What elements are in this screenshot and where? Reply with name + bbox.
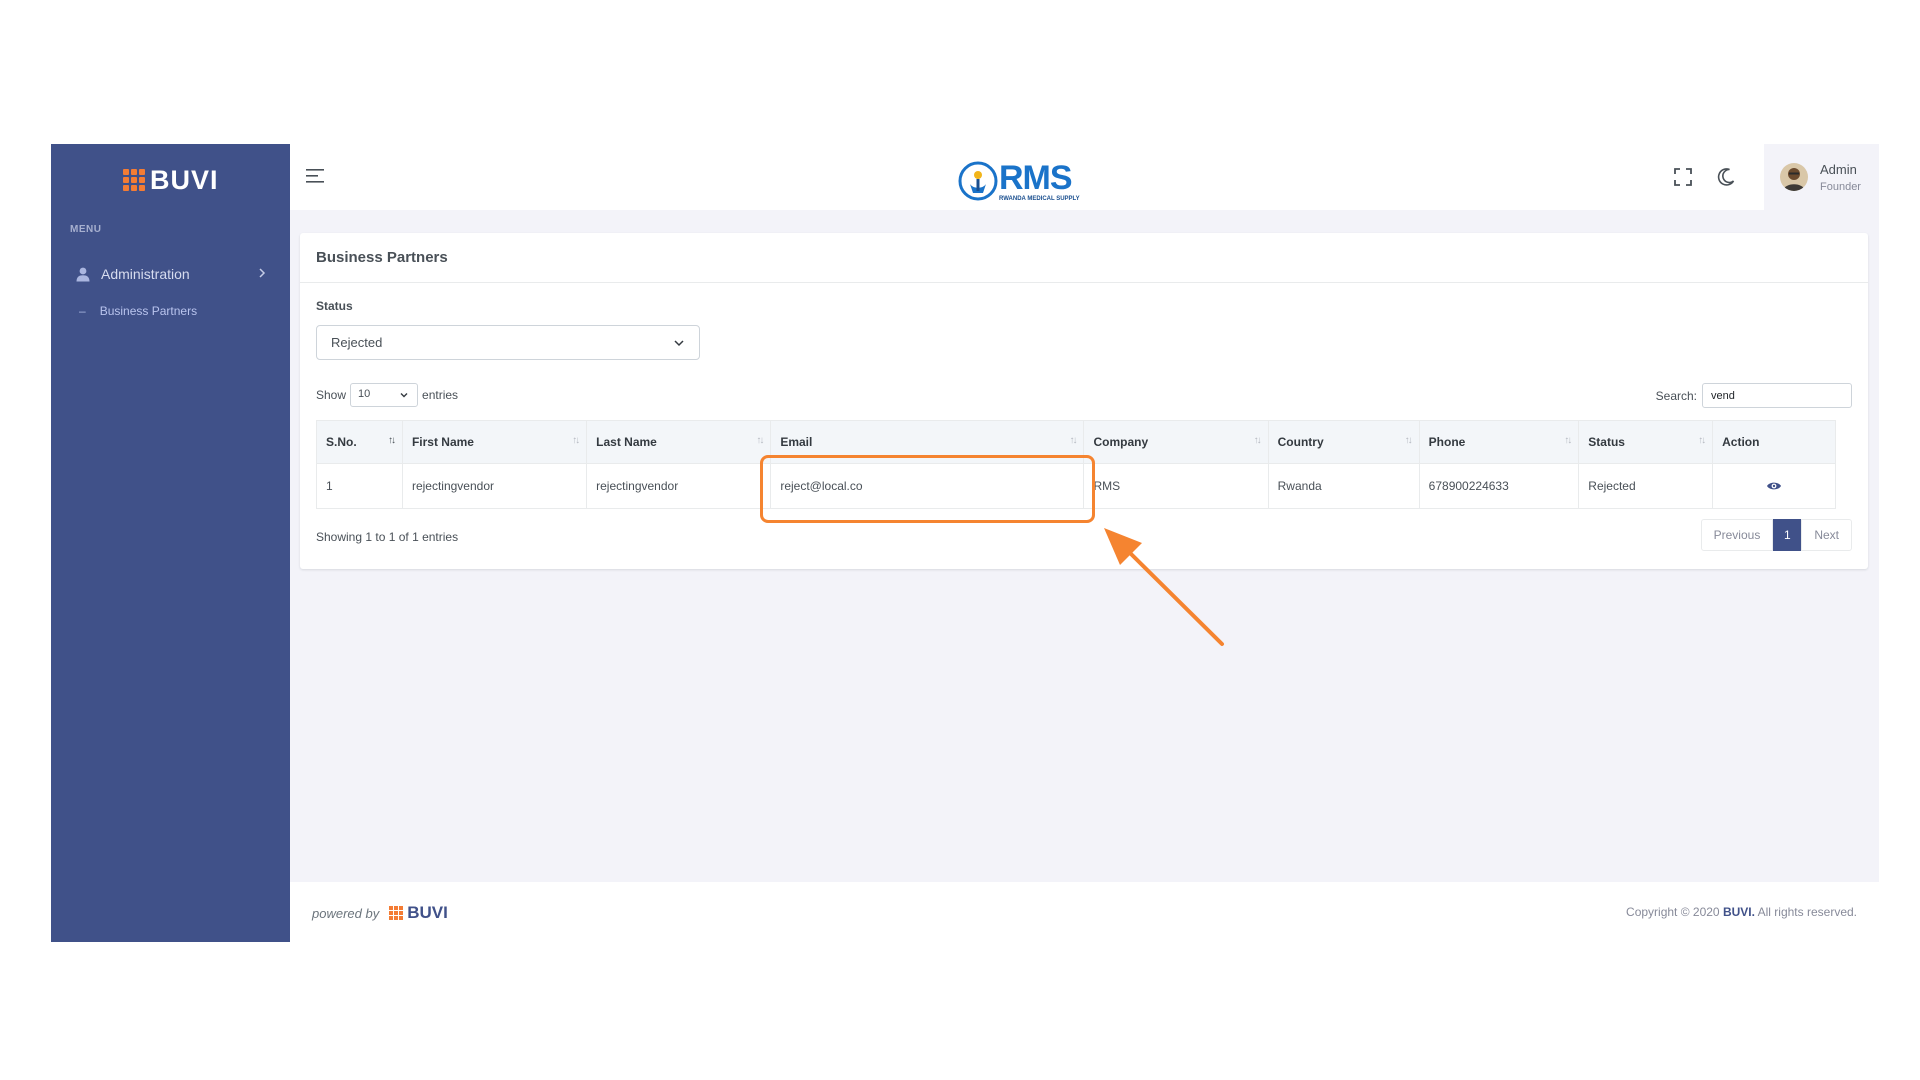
entries-length-control: Show 10 entries — [316, 383, 458, 407]
cell-first-name: rejectingvendor — [401, 463, 588, 509]
column-header-first-name[interactable]: First Name ↑↓ — [401, 420, 588, 464]
column-header-phone[interactable]: Phone ↑↓ — [1418, 420, 1580, 464]
table-search: Search: — [1656, 383, 1852, 408]
footer: powered by BUVI Copyright © 2020 BUVI. A… — [290, 882, 1879, 942]
column-header-action: Action — [1712, 420, 1836, 464]
avatar — [1780, 163, 1808, 191]
column-header-country[interactable]: Country ↑↓ — [1267, 420, 1420, 464]
app-window: BUVI MENU Administration – Business Part… — [51, 144, 1879, 942]
brand-mark-icon — [123, 169, 145, 191]
entries-label: entries — [422, 388, 459, 402]
logo-sub-text: RWANDA MEDICAL SUPPLY — [999, 195, 1080, 202]
sidebar-item-administration[interactable]: Administration — [51, 257, 290, 291]
pagination: Previous 1 Next — [1700, 519, 1852, 551]
page-title: Business Partners — [316, 249, 448, 266]
sort-icon: ↑↓ — [572, 435, 580, 446]
search-label: Search: — [1655, 388, 1697, 403]
chevron-down-icon — [674, 340, 684, 347]
copyright-prefix: Copyright © 2020 — [1626, 905, 1720, 919]
menu-title: MENU — [70, 224, 102, 235]
pagination-page-button[interactable]: 1 — [1773, 519, 1802, 551]
table-info: Showing 1 to 1 of 1 entries — [316, 530, 459, 544]
status-select[interactable]: Rejected — [316, 325, 700, 360]
sort-icon: ↑↓ — [387, 435, 396, 446]
sort-icon: ↑↓ — [1698, 435, 1706, 446]
sidebar-item-label: Administration — [101, 266, 190, 282]
chevron-down-icon — [400, 393, 408, 398]
cell-last-name: rejectingvendor — [586, 463, 772, 509]
status-select-value: Rejected — [331, 335, 383, 350]
sidebar-subitem-business-partners[interactable]: – Business Partners — [79, 304, 197, 318]
user-name: Admin — [1820, 161, 1857, 177]
column-header-company[interactable]: Company ↑↓ — [1083, 420, 1269, 464]
cell-phone: 678900224633 — [1418, 463, 1580, 509]
sort-icon: ↑↓ — [1069, 435, 1077, 446]
fullscreen-icon[interactable] — [1672, 166, 1694, 188]
rms-emblem-icon — [958, 161, 998, 201]
copyright-suffix: All rights reserved. — [1757, 905, 1857, 919]
cell-action — [1712, 463, 1836, 509]
moon-icon[interactable] — [1715, 166, 1737, 188]
cell-company: RMS — [1083, 463, 1269, 509]
top-header: RMS RWANDA MEDICAL SUPPLY Admin Founder — [290, 144, 1879, 210]
column-header-last-name[interactable]: Last Name ↑↓ — [586, 420, 772, 464]
sidebar-subitem-label: Business Partners — [99, 304, 198, 318]
sort-icon: ↑↓ — [1564, 435, 1572, 446]
user-icon — [76, 267, 90, 282]
cell-sno: 1 — [316, 463, 403, 509]
annotation-arrow-icon — [1104, 528, 1224, 646]
pagination-previous-button[interactable]: Previous — [1700, 519, 1774, 551]
column-header-status[interactable]: Status ↑↓ — [1578, 420, 1714, 464]
user-role: Founder — [1820, 180, 1861, 193]
annotation-highlight-box — [760, 455, 1095, 523]
dash-icon: – — [79, 304, 86, 318]
brand-name: BUVI — [150, 164, 219, 195]
chevron-right-icon — [259, 268, 266, 278]
sidebar: BUVI MENU Administration – Business Part… — [51, 144, 290, 942]
hamburger-menu-icon[interactable] — [306, 168, 326, 184]
card-header: Business Partners — [300, 233, 1868, 283]
footer-brand: BUVI — [407, 903, 448, 922]
brand-mark-icon — [389, 906, 404, 920]
brand-logo[interactable]: BUVI — [123, 164, 219, 196]
eye-icon[interactable] — [1766, 478, 1782, 494]
cell-status: Rejected — [1578, 463, 1714, 509]
sort-icon: ↑↓ — [1253, 435, 1262, 446]
entries-select[interactable]: 10 — [350, 383, 419, 407]
logo-main-text: RMS — [999, 158, 1073, 197]
copyright: Copyright © 2020 BUVI. All rights reserv… — [1626, 905, 1857, 919]
pagination-next-button[interactable]: Next — [1801, 519, 1852, 551]
show-label: Show — [316, 388, 347, 402]
status-label: Status — [316, 299, 353, 313]
copyright-brand[interactable]: BUVI. — [1723, 905, 1755, 919]
sort-icon: ↑↓ — [1404, 435, 1413, 446]
powered-by-text: powered by — [312, 905, 380, 921]
rms-logo: RMS RWANDA MEDICAL SUPPLY — [957, 160, 1080, 202]
sort-icon: ↑↓ — [756, 435, 764, 446]
user-dropdown[interactable]: Admin Founder — [1764, 144, 1879, 210]
search-input[interactable] — [1702, 383, 1852, 408]
powered-by: powered by BUVI — [312, 903, 448, 923]
entries-select-value: 10 — [358, 388, 371, 400]
cell-country: Rwanda — [1267, 463, 1420, 509]
column-header-sno[interactable]: S.No. ↑↓ — [316, 420, 403, 464]
